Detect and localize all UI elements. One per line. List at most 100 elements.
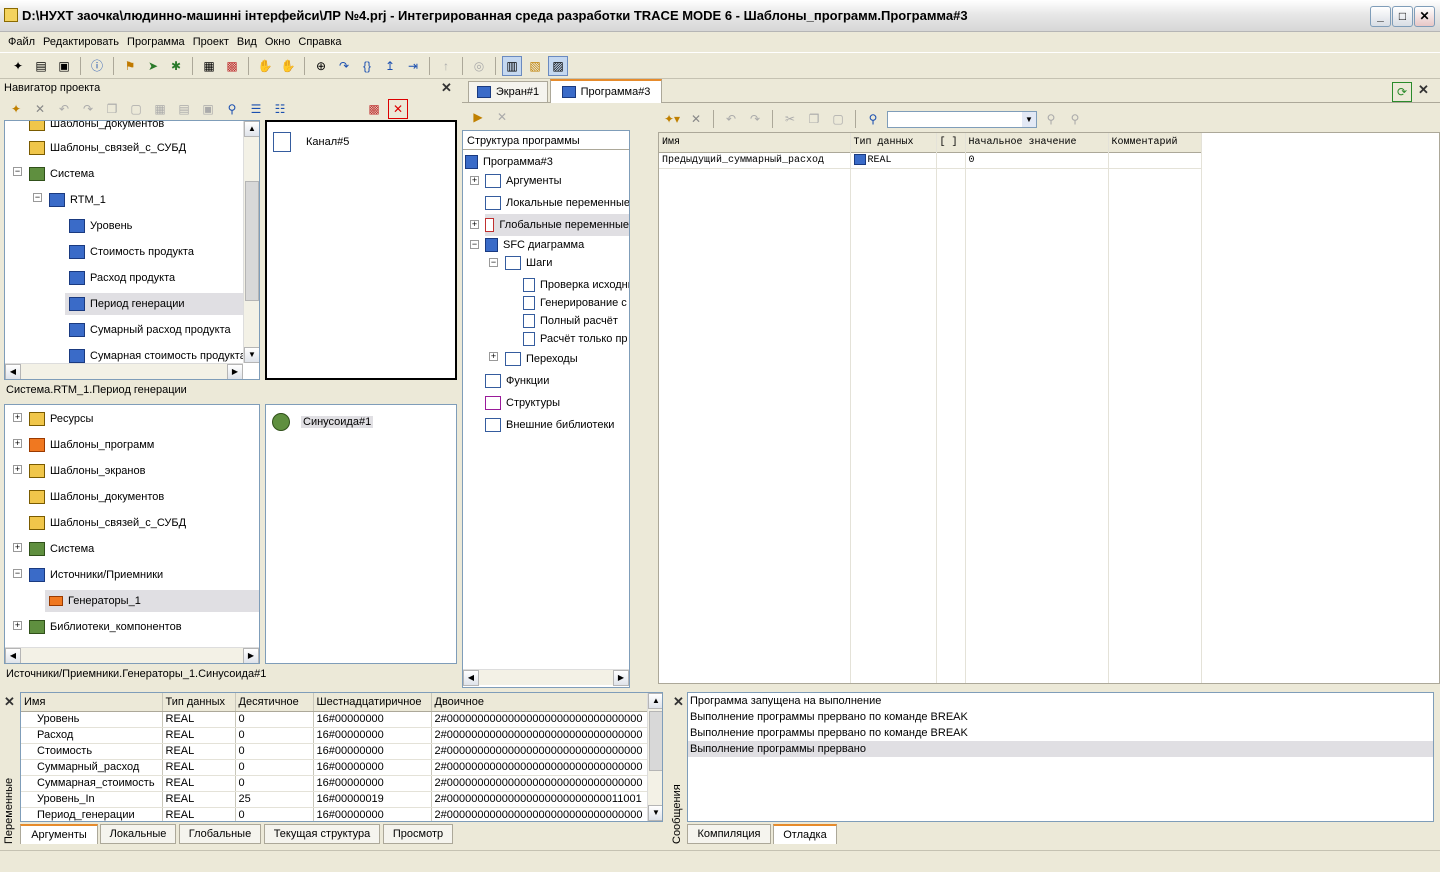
collapse-icon[interactable]: − (13, 569, 22, 578)
sinusoid-item[interactable]: Синусоида#1 (272, 413, 374, 431)
table-row[interactable]: Уровень REAL 0 16#00000000 2#000000000000000… (21, 711, 648, 728)
var-col-type[interactable]: Тип данных (162, 693, 236, 712)
tab-watch[interactable]: Просмотр (383, 824, 453, 844)
expand-icon[interactable]: + (13, 621, 22, 630)
layout-1-icon[interactable]: ▥ (502, 55, 522, 76)
copy-icon[interactable]: ❐ (804, 109, 824, 129)
tree-item-screen-templates[interactable]: Шаблоны_экранов (29, 460, 145, 482)
tree-item-system[interactable]: Система (29, 163, 94, 185)
delete-arg-icon[interactable]: ✕ (686, 109, 706, 129)
messages-close-icon[interactable]: ✕ (673, 694, 684, 710)
variables-close-icon[interactable]: ✕ (4, 694, 15, 710)
close-window-button[interactable]: ✕ (1414, 6, 1435, 27)
layout-3-icon[interactable]: ▨ (548, 55, 568, 76)
info-icon[interactable]: ⓘ (87, 56, 107, 76)
cut-icon[interactable]: ▦ (150, 99, 170, 119)
var-col-name[interactable]: Имя (21, 693, 163, 712)
hand-icon[interactable]: ✋ (255, 56, 275, 76)
build-icon[interactable]: ▦ (199, 56, 219, 76)
expand-icon[interactable]: + (13, 413, 22, 422)
arg-name-cell[interactable]: Предыдущий_суммарный_расход (659, 152, 851, 169)
col-array-header[interactable]: [ ] (936, 133, 966, 153)
expand-icon[interactable]: + (13, 543, 22, 552)
layout-2-icon[interactable]: ▧ (525, 56, 545, 76)
var-col-bin[interactable]: Двоичное (431, 693, 648, 712)
editor-close-icon[interactable]: ✕ (1418, 82, 1429, 98)
var-col-hex[interactable]: Шестнадцатиричное (313, 693, 432, 712)
expand-icon[interactable]: + (470, 220, 479, 229)
tree-item-cost[interactable]: Стоимость продукта (69, 241, 194, 263)
navigator-close-icon[interactable]: ✕ (441, 80, 452, 96)
vertical-scrollbar[interactable]: ▲ ▼ (647, 693, 662, 821)
tree-item-doc-templates-2[interactable]: Шаблоны_документов (29, 486, 164, 508)
table-row[interactable]: Период_генерации REAL 0 16#00000000 2#000000… (21, 807, 648, 821)
paste-icon[interactable]: ▢ (126, 99, 146, 119)
tree-item-level[interactable]: Уровень (69, 215, 132, 237)
tree-item-period-selected[interactable]: Период генерации (65, 293, 245, 315)
add-icon[interactable]: ✦ (6, 99, 26, 119)
tree-item-doc-templates[interactable]: Шаблоны_документов (29, 121, 164, 135)
tab-compilation[interactable]: Компиляция (687, 824, 771, 844)
expand-icon[interactable]: + (13, 465, 22, 474)
pin-icon[interactable]: ↑ (436, 56, 456, 76)
tree-item-sources[interactable]: Источники/Приемники (29, 564, 163, 586)
minimize-button[interactable]: _ (1370, 6, 1391, 27)
table-row[interactable]: Предыдущий_суммарный_расход REAL 0 (659, 152, 1202, 169)
table-row[interactable]: Расход REAL 0 16#00000000 2#0000000000000000… (21, 727, 648, 744)
tab-globals[interactable]: Глобальные (179, 824, 261, 844)
collapse-icon[interactable]: − (489, 258, 498, 267)
tree-item-generators-selected[interactable]: Генераторы_1 (45, 590, 259, 612)
tree-item-program-templates[interactable]: Шаблоны_программ (29, 434, 154, 456)
arg-initial-cell[interactable]: 0 (965, 152, 1109, 169)
step-into-icon[interactable]: {} (357, 56, 377, 76)
collapse-icon[interactable]: − (33, 193, 42, 202)
delete-icon[interactable]: ✕ (30, 99, 50, 119)
menu-view[interactable]: Вид (233, 36, 261, 48)
new-icon[interactable]: ✦ (8, 56, 28, 76)
collapse-icon[interactable]: − (13, 167, 22, 176)
menu-file[interactable]: Файл (4, 36, 39, 48)
horizontal-scrollbar[interactable]: ◀ ▶ (463, 669, 629, 686)
watch-icon[interactable]: ◎ (469, 56, 489, 76)
chevron-down-icon[interactable]: ▼ (1022, 111, 1036, 127)
properties-icon[interactable]: ▩ (364, 99, 384, 119)
horizontal-scrollbar[interactable]: ◀ ▶ (5, 647, 259, 663)
menu-window[interactable]: Окно (261, 36, 295, 48)
arg-type-cell[interactable]: REAL (850, 152, 937, 169)
arg-array-cell[interactable] (936, 152, 966, 169)
step-out-icon[interactable]: ↥ (380, 56, 400, 76)
open-folder-icon[interactable]: ▶ (468, 107, 488, 127)
tab-arguments[interactable]: Аргументы (20, 824, 98, 844)
expand-icon[interactable]: + (13, 439, 22, 448)
export-icon[interactable]: ▣ (198, 99, 218, 119)
struct-transitions[interactable]: Переходы (505, 348, 578, 370)
breakpoint-icon[interactable]: ⊕ (311, 56, 331, 76)
struct-arguments[interactable]: Аргументы (485, 170, 562, 192)
grid-icon[interactable]: ▩ (222, 56, 242, 76)
close-red-icon[interactable]: ✕ (388, 99, 408, 119)
step-icon[interactable]: ➤ (143, 56, 163, 76)
debug-bug-icon[interactable]: ✱ (166, 56, 186, 76)
expand-icon[interactable]: + (489, 352, 498, 361)
maximize-button[interactable]: □ (1392, 6, 1413, 27)
hand-alt-icon[interactable]: ✋ (278, 56, 298, 76)
tree-item-system-2[interactable]: Система (29, 538, 94, 560)
list-view-icon[interactable]: ☷ (270, 99, 290, 119)
cut-icon[interactable]: ✂ (780, 109, 800, 129)
table-row[interactable]: Стоимость REAL 0 16#00000000 2#0000000000000… (21, 743, 648, 760)
tab-locals[interactable]: Локальные (100, 824, 176, 844)
expand-icon[interactable]: + (470, 176, 479, 185)
var-col-dec[interactable]: Десятичное (235, 693, 314, 712)
tree-item-resources[interactable]: Ресурсы (29, 408, 93, 430)
vertical-scrollbar[interactable]: ▲ ▼ (243, 121, 259, 363)
col-type-header[interactable]: Тип данных (850, 133, 937, 153)
undo-icon[interactable]: ↶ (721, 109, 741, 129)
refresh-icon[interactable]: ⟳ (1392, 82, 1412, 102)
col-initial-header[interactable]: Начальное значение (965, 133, 1109, 153)
menu-help[interactable]: Справка (294, 36, 345, 48)
menu-edit[interactable]: Редактировать (39, 36, 123, 48)
remove-icon[interactable]: ✕ (492, 107, 512, 127)
find-icon[interactable]: ⚲ (863, 109, 883, 129)
run-icon[interactable]: ⚑ (120, 56, 140, 76)
tab-current-structure[interactable]: Текущая структура (264, 824, 380, 844)
